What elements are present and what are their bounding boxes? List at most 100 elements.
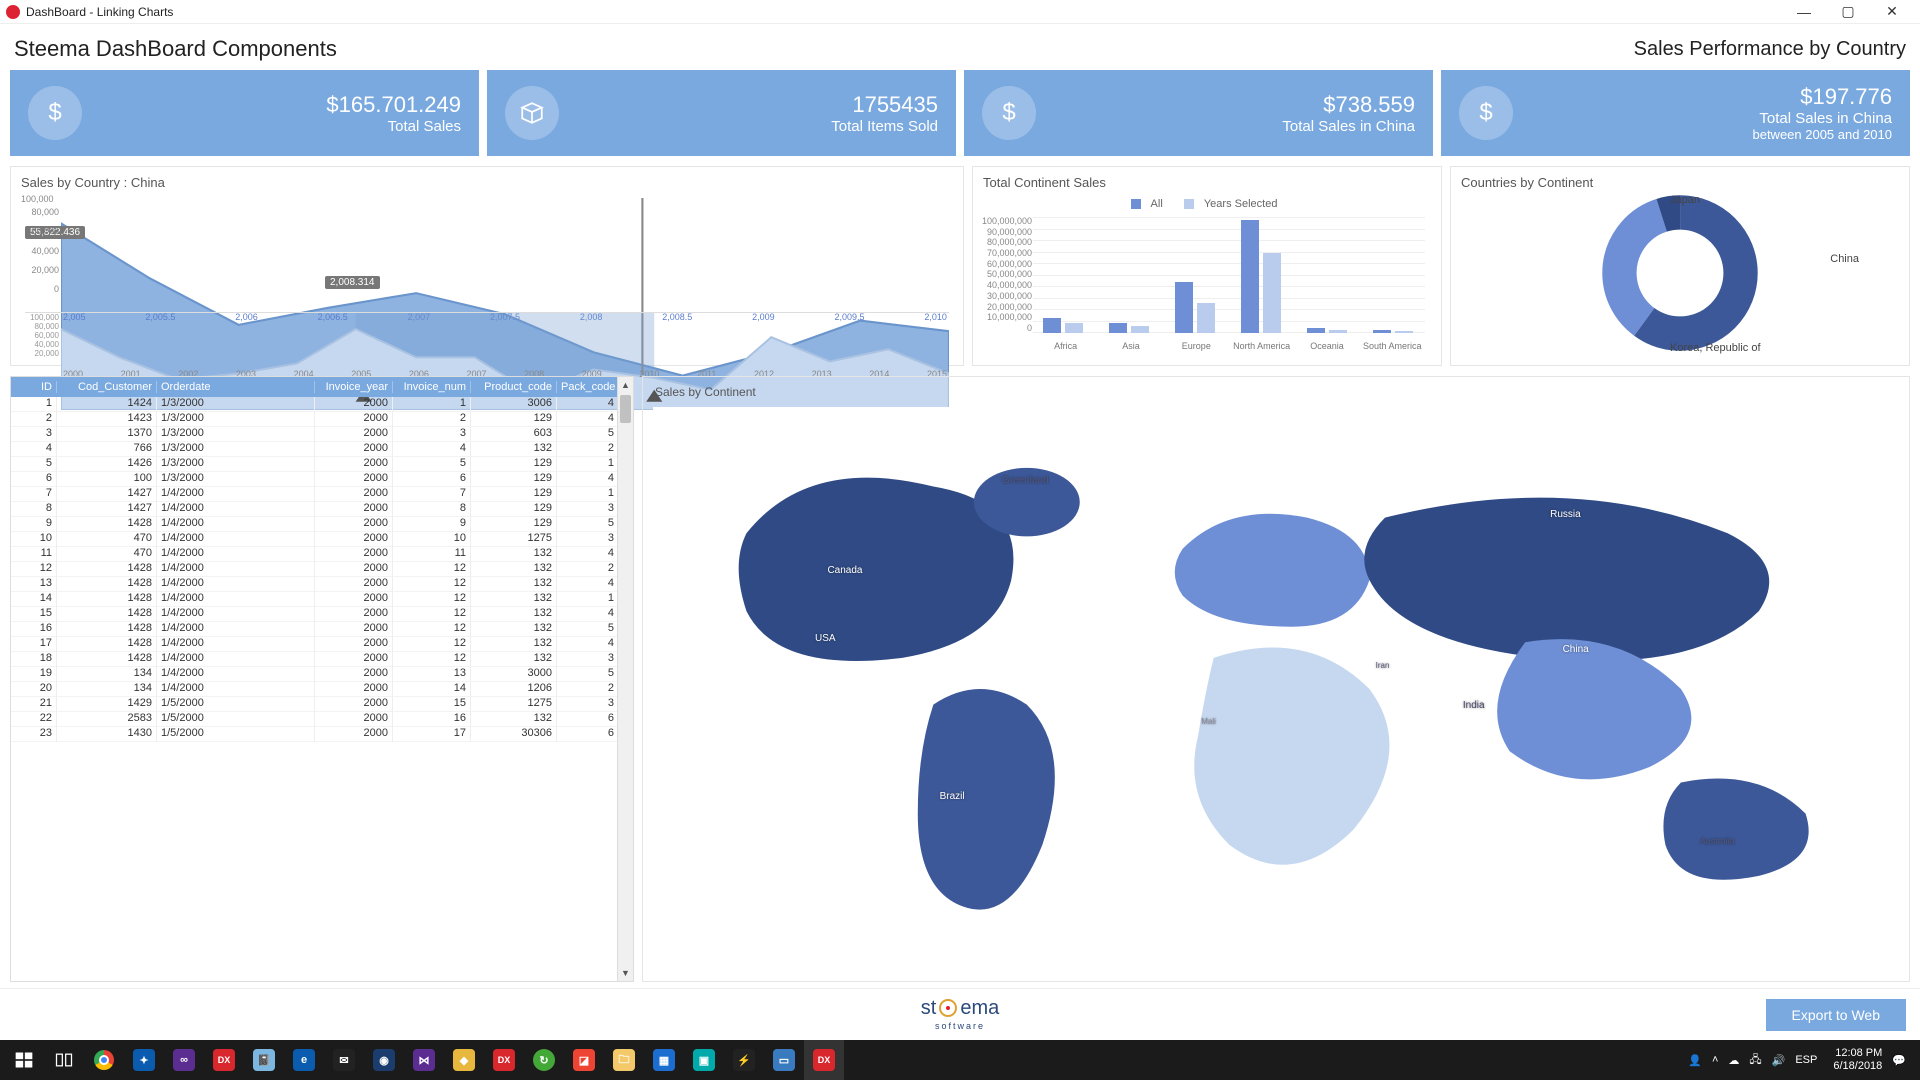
start-button[interactable] <box>4 1040 44 1080</box>
table-row[interactable]: 2114291/5/200020001512753 <box>11 697 633 712</box>
export-to-web-button[interactable]: Export to Web <box>1766 999 1906 1031</box>
taskbar-app-green[interactable]: ↻ <box>524 1040 564 1080</box>
notifications-icon[interactable]: 💬 <box>1892 1054 1906 1067</box>
table-row[interactable]: 1414281/4/20002000121321 <box>11 592 633 607</box>
table-row[interactable]: 114701/4/20002000111324 <box>11 547 633 562</box>
table-row[interactable]: 47661/3/2000200041322 <box>11 442 633 457</box>
task-view-icon[interactable] <box>44 1040 84 1080</box>
clock-time: 12:08 PM <box>1833 1047 1882 1060</box>
table-row[interactable]: 201341/4/200020001412062 <box>11 682 633 697</box>
kpi-sales-china: $ $738.559 Total Sales in China <box>964 70 1433 156</box>
table-row[interactable]: 914281/4/2000200091295 <box>11 517 633 532</box>
bar-x-axis: AfricaAsiaEuropeNorth AmericaOceaniaSout… <box>1033 341 1425 351</box>
kpi-items-sold: 1755435 Total Items Sold <box>487 70 956 156</box>
taskbar-app-mail[interactable]: ✉ <box>324 1040 364 1080</box>
data-grid-panel: IDCod_CustomerOrderdateInvoice_yearInvoi… <box>10 376 634 982</box>
map-label-china: China <box>1563 644 1589 655</box>
dollar-icon: $ <box>1459 86 1513 140</box>
taskbar-app-circle[interactable]: ◉ <box>364 1040 404 1080</box>
windows-taskbar[interactable]: ✦ ∞ DX 📓 e ✉ ◉ ⋈ ◆ DX ↻ ◪ 🗀 ▦ ▣ ⚡ ▭ DX 👤… <box>0 1040 1920 1080</box>
table-row[interactable]: 61001/3/2000200061294 <box>11 472 633 487</box>
table-row[interactable]: 1314281/4/20002000121324 <box>11 577 633 592</box>
donut-label-japan: Japan <box>1670 194 1700 206</box>
donut-label-korea: Korea, Republic of <box>1670 342 1761 354</box>
table-row[interactable]: 2225831/5/20002000161326 <box>11 712 633 727</box>
scroll-down-icon[interactable]: ▼ <box>618 965 633 981</box>
taskbar-app-red[interactable]: ◪ <box>564 1040 604 1080</box>
network-icon[interactable]: 🖧 <box>1749 1051 1761 1070</box>
map-label-russia: Russia <box>1550 509 1581 520</box>
table-row[interactable]: 214231/3/2000200021294 <box>11 412 633 427</box>
taskbar-app-dx2[interactable]: DX <box>484 1040 524 1080</box>
scroll-thumb[interactable] <box>620 395 631 423</box>
taskbar-clock[interactable]: 12:08 PM 6/18/2018 <box>1833 1047 1882 1073</box>
table-row[interactable]: 814271/4/2000200081293 <box>11 502 633 517</box>
kpi-value: $165.701.249 <box>326 92 461 118</box>
table-row[interactable]: 1514281/4/20002000121324 <box>11 607 633 622</box>
taskbar-app-explorer[interactable]: 🗀 <box>604 1040 644 1080</box>
system-tray[interactable]: 👤 ˄ ☁ 🖧 🔊 ESP 12:08 PM 6/18/2018 💬 <box>1688 1047 1916 1073</box>
scroll-up-icon[interactable]: ▲ <box>618 377 633 393</box>
taskbar-app-vs[interactable]: ∞ <box>164 1040 204 1080</box>
volume-icon[interactable]: 🔊 <box>1772 1054 1786 1067</box>
onedrive-icon[interactable]: ☁ <box>1728 1054 1739 1067</box>
table-row[interactable]: 191341/4/200020001330005 <box>11 667 633 682</box>
world-map[interactable]: Canada USA Greenland Brazil Russia China… <box>653 407 1899 971</box>
area-x-marker: 2,008.314 <box>325 276 380 289</box>
kpi-value: $738.559 <box>1282 92 1415 118</box>
donut-label-china: China <box>1830 253 1859 265</box>
footer: st ema software Export to Web <box>0 988 1920 1040</box>
table-row[interactable]: 1814281/4/20002000121323 <box>11 652 633 667</box>
table-row[interactable]: 714271/4/2000200071291 <box>11 487 633 502</box>
table-row[interactable]: 104701/4/200020001012753 <box>11 532 633 547</box>
continent-sales-panel: Total Continent Sales All Years Selected… <box>972 166 1442 366</box>
legend-all: All <box>1151 198 1163 210</box>
table-row[interactable]: 1214281/4/20002000121322 <box>11 562 633 577</box>
table-row[interactable]: 313701/3/2000200036035 <box>11 427 633 442</box>
grid-scrollbar[interactable]: ▲ ▼ <box>617 377 633 981</box>
legend-selected: Years Selected <box>1204 198 1278 210</box>
table-row[interactable]: 514261/3/2000200051291 <box>11 457 633 472</box>
taskbar-app-blue[interactable]: ▦ <box>644 1040 684 1080</box>
maximize-button[interactable]: ▢ <box>1826 1 1870 23</box>
area-chart[interactable]: 100,000 55,822.436 2,008.314 80,000 60,0… <box>25 198 949 308</box>
panel-title: Sales by Country : China <box>11 167 963 198</box>
close-button[interactable]: ✕ <box>1870 1 1914 23</box>
map-label-canada: Canada <box>827 565 862 576</box>
area-overview-chart[interactable]: 100,000 80,000 60,000 40,000 20,000 2000… <box>25 312 949 367</box>
table-row[interactable]: 1614281/4/20002000121325 <box>11 622 633 637</box>
kpi-sublabel: between 2005 and 2010 <box>1752 127 1892 142</box>
kpi-total-sales: $ $165.701.249 Total Sales <box>10 70 479 156</box>
window-title: DashBoard - Linking Charts <box>26 5 173 19</box>
taskbar-app-dx[interactable]: DX <box>204 1040 244 1080</box>
donut-chart[interactable]: Japan China Korea, Republic of <box>1451 198 1909 348</box>
kpi-row: $ $165.701.249 Total Sales 1755435 Total… <box>0 70 1920 156</box>
taskbar-app-notes[interactable]: 📓 <box>244 1040 284 1080</box>
taskbar-app-teal[interactable]: ▣ <box>684 1040 724 1080</box>
map-label-brazil: Brazil <box>940 791 965 802</box>
table-row[interactable]: 1714281/4/20002000121324 <box>11 637 633 652</box>
language-indicator[interactable]: ESP <box>1795 1054 1817 1066</box>
table-row[interactable]: 2314301/5/2000200017303066 <box>11 727 633 742</box>
logo-subtitle: software <box>935 1022 985 1031</box>
y-tick: 40,000 <box>25 340 59 349</box>
tray-chevron-icon[interactable]: ˄ <box>1712 1054 1718 1066</box>
taskbar-app-yellow[interactable]: ◆ <box>444 1040 484 1080</box>
countries-by-continent-panel: Countries by Continent Japan China Korea… <box>1450 166 1910 366</box>
bar-chart[interactable]: 100,000,00090,000,00080,000,00070,000,00… <box>1033 216 1425 351</box>
taskbar-app-chrome[interactable] <box>84 1040 124 1080</box>
taskbar-app-vs2[interactable]: ⋈ <box>404 1040 444 1080</box>
taskbar-app-ie[interactable]: e <box>284 1040 324 1080</box>
people-icon[interactable]: 👤 <box>1688 1054 1702 1067</box>
grid-body[interactable]: 114241/3/20002000130064214231/3/20002000… <box>11 397 633 981</box>
grid-header[interactable]: IDCod_CustomerOrderdateInvoice_yearInvoi… <box>11 377 633 397</box>
kpi-label: Total Sales in China <box>1282 118 1415 135</box>
taskbar-app-generic[interactable]: ✦ <box>124 1040 164 1080</box>
minimize-button[interactable]: — <box>1782 1 1826 23</box>
y-tick: 0 <box>25 284 59 294</box>
y-tick: 60,000 <box>25 331 59 340</box>
table-row[interactable]: 114241/3/20002000130064 <box>11 397 633 412</box>
taskbar-app-thunder[interactable]: ⚡ <box>724 1040 764 1080</box>
taskbar-app-window[interactable]: ▭ <box>764 1040 804 1080</box>
taskbar-app-dx3[interactable]: DX <box>804 1040 844 1080</box>
